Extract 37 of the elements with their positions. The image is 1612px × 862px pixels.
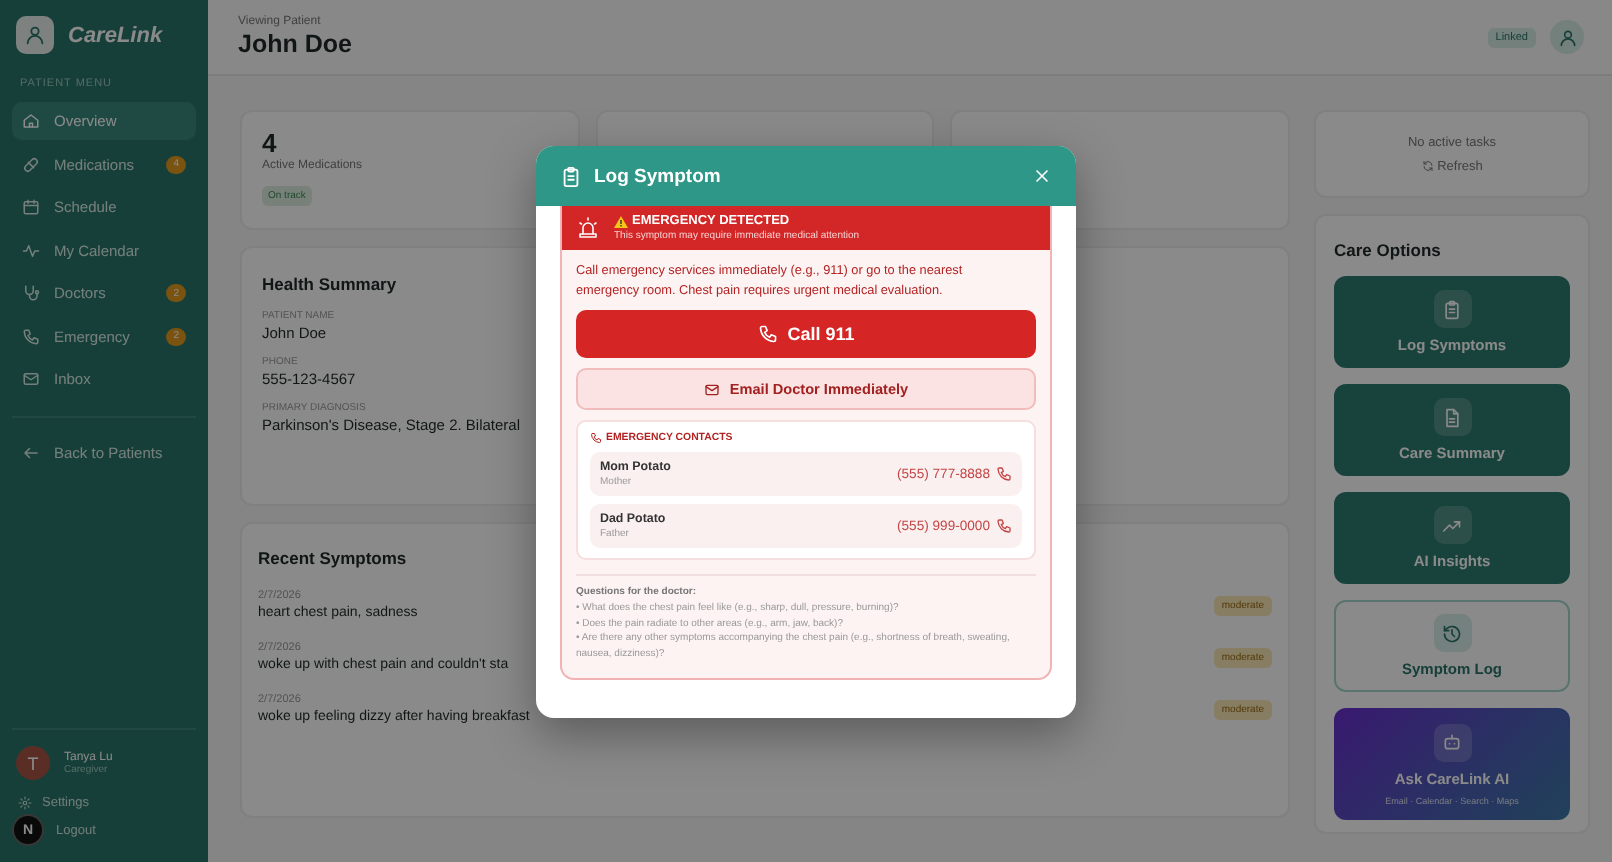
call-button[interactable]: Call 911: [576, 310, 1036, 359]
phone-icon: [757, 324, 778, 345]
app-logo-text: CareLink: [68, 23, 163, 47]
card-title: Recent Symptoms: [258, 548, 407, 568]
trend-icon: [1442, 515, 1462, 535]
refresh-icon: [1421, 160, 1434, 172]
person-icon: [24, 24, 46, 46]
arrow-left-icon: [22, 443, 40, 461]
card-title: Health Summary: [262, 274, 397, 294]
close-icon: [1032, 166, 1052, 186]
card-title: Care Options: [1334, 240, 1441, 260]
settings-icon: [18, 796, 32, 810]
mail-icon: [703, 381, 720, 398]
warning-icon: [614, 215, 628, 227]
user-icon: [1557, 27, 1577, 47]
phone-icon: [996, 466, 1012, 483]
home-icon: [22, 112, 40, 130]
history-icon: [1442, 623, 1462, 643]
pill-icon: [22, 155, 40, 173]
calendar-icon: [22, 198, 40, 216]
stat-value: 4: [262, 128, 279, 158]
phone-icon: [22, 327, 40, 345]
document-icon: [1442, 407, 1462, 427]
dialog-title: Log Symptom: [594, 165, 723, 187]
phone-icon: [590, 432, 602, 445]
profile-button[interactable]: [1550, 20, 1584, 54]
mail-icon: [22, 370, 40, 388]
pulse-icon: [22, 241, 40, 259]
clipboard-icon: [560, 165, 582, 187]
siren-icon: [576, 216, 600, 240]
stethoscope-icon: [22, 284, 40, 302]
patient-name: John Doe: [238, 30, 354, 58]
robot-icon: [1442, 732, 1462, 752]
user-avatar: T: [16, 746, 50, 780]
close-button[interactable]: [1032, 166, 1052, 186]
phone-icon: [996, 518, 1012, 535]
clipboard-icon: [1442, 299, 1462, 319]
